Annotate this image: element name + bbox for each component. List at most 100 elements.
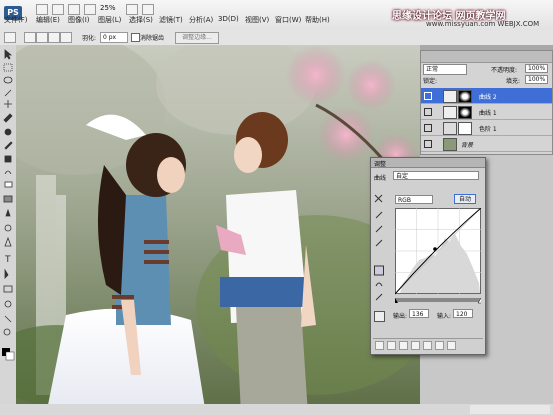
status-bar xyxy=(0,404,553,415)
screen-mode-icon[interactable] xyxy=(142,4,154,15)
menu-filter[interactable]: 滤镜(T) xyxy=(159,15,183,25)
delete-icon[interactable] xyxy=(447,341,456,350)
blur-tool-icon xyxy=(5,208,11,217)
input-input[interactable]: 120 xyxy=(453,309,473,318)
lasso-tool-icon xyxy=(3,76,13,84)
visibility-eye-icon[interactable] xyxy=(424,124,432,132)
taskbar-tray xyxy=(470,405,550,414)
quick-select-tool-icon xyxy=(4,89,12,97)
layer-mask-thumb xyxy=(458,122,472,135)
antialias-label: 消除锯齿 xyxy=(140,35,165,42)
zoom-level[interactable]: 25% xyxy=(100,4,116,12)
curves-graph[interactable] xyxy=(395,208,481,304)
white-point-eyedropper-icon xyxy=(375,239,383,247)
arrange-icon[interactable] xyxy=(126,4,138,15)
blend-mode-select[interactable]: 正常 xyxy=(423,64,467,75)
subtract-selection-icon[interactable] xyxy=(48,32,60,43)
adjustments-tab[interactable]: 调整 xyxy=(374,159,386,168)
history-brush-icon xyxy=(4,170,12,175)
expand-view-icon[interactable] xyxy=(387,341,396,350)
dodge-tool-icon xyxy=(4,224,12,232)
background-thumb xyxy=(443,138,457,151)
eye-icon[interactable] xyxy=(411,341,420,350)
levels-adjust-thumb xyxy=(443,122,457,135)
path-select-icon xyxy=(4,268,9,279)
lasso-preset-icon[interactable] xyxy=(4,32,16,43)
brush-tool-icon xyxy=(4,141,13,150)
visibility-eye-icon[interactable] xyxy=(424,108,432,116)
curve-point-tool-icon xyxy=(374,265,384,276)
menu-window[interactable]: 窗口(W) xyxy=(275,15,301,25)
antialias-checkbox[interactable] xyxy=(131,33,140,42)
tools-panel: T xyxy=(0,45,17,415)
eraser-tool-icon xyxy=(4,181,13,188)
channel-select[interactable]: RGB xyxy=(395,195,433,204)
photo-image xyxy=(16,45,420,415)
feather-label: 羽化: xyxy=(82,35,97,42)
menu-select[interactable]: 选择(S) xyxy=(129,15,153,25)
layer-row-curves-2[interactable]: 曲线 2 xyxy=(421,88,552,104)
layer-name: 曲线 1 xyxy=(479,110,497,117)
document-canvas[interactable] xyxy=(16,45,420,415)
hand-tool-icon xyxy=(4,315,12,323)
layer-name: 背景 xyxy=(461,142,474,149)
preset-select[interactable]: 自定 xyxy=(393,171,479,180)
gray-point-eyedropper-icon xyxy=(375,225,383,233)
on-image-adjust-icon[interactable] xyxy=(374,194,383,203)
options-bar: 羽化: 0 px 消除锯齿 调整边缘... xyxy=(0,30,553,46)
menu-image[interactable]: 图像(I) xyxy=(68,15,90,25)
move-tool-icon xyxy=(4,49,13,60)
fill-label: 填充: xyxy=(506,78,521,85)
mini-bridge-icon[interactable] xyxy=(52,4,64,15)
view-extras-icon[interactable] xyxy=(68,4,80,15)
pen-tool-icon xyxy=(4,236,12,247)
black-point-eyedropper-icon xyxy=(375,211,383,219)
curve-control-point xyxy=(433,247,437,251)
auto-button[interactable]: 自动 xyxy=(454,194,476,204)
layer-row-background[interactable]: 背景 xyxy=(421,136,552,152)
menu-help[interactable]: 帮助(H) xyxy=(305,15,330,25)
menu-3d[interactable]: 3D(D) xyxy=(218,15,239,23)
zoom-tool-icon xyxy=(3,328,11,336)
new-selection-icon[interactable] xyxy=(24,32,36,43)
fill-input[interactable]: 100% xyxy=(525,75,549,84)
curves-tab-bar: 调整 xyxy=(371,158,485,168)
layer-name: 色阶 1 xyxy=(479,126,497,133)
curve-options-icon[interactable] xyxy=(374,311,385,322)
menu-edit[interactable]: 编辑(E) xyxy=(36,15,60,25)
reset-icon[interactable] xyxy=(435,341,444,350)
layer-row-curves-1[interactable]: 曲线 1 xyxy=(421,104,552,120)
shape-tool-icon xyxy=(3,285,13,293)
return-icon[interactable] xyxy=(375,341,384,350)
clip-layer-icon[interactable] xyxy=(399,341,408,350)
feather-input[interactable]: 0 px xyxy=(100,32,128,43)
opacity-input[interactable]: 100% xyxy=(525,64,549,73)
clone-stamp-icon xyxy=(4,155,12,163)
add-selection-icon[interactable] xyxy=(36,32,48,43)
pencil-curve-icon xyxy=(375,282,383,287)
previous-state-icon[interactable] xyxy=(423,341,432,350)
layer-row-levels-1[interactable]: 色阶 1 xyxy=(421,120,552,136)
menu-view[interactable]: 视图(V) xyxy=(245,15,269,25)
curves-type-label: 曲线 xyxy=(374,175,387,182)
visibility-eye-icon[interactable] xyxy=(424,92,432,100)
intersect-selection-icon[interactable] xyxy=(60,32,72,43)
marquee-tool-icon xyxy=(3,63,13,72)
layers-panel: 正常 不透明度: 100% 锁定: 填充: 100% 曲线 2 曲线 1 色阶 … xyxy=(420,50,553,155)
layer-mask-thumb xyxy=(458,106,472,119)
menu-analysis[interactable]: 分析(A) xyxy=(189,15,213,25)
output-label: 输出: xyxy=(393,313,408,320)
visibility-eye-icon[interactable] xyxy=(424,140,432,148)
3d-rotate-icon xyxy=(4,300,12,308)
curve-tools xyxy=(374,211,384,301)
refine-edge-button[interactable]: 调整边缘... xyxy=(175,32,219,44)
healing-brush-icon xyxy=(4,128,12,136)
output-input[interactable]: 136 xyxy=(409,309,429,318)
opacity-label: 不透明度: xyxy=(491,67,518,74)
menu-layer[interactable]: 图层(L) xyxy=(98,15,121,25)
layer-name: 曲线 2 xyxy=(479,94,497,101)
bridge-icon[interactable] xyxy=(36,4,48,15)
hand-tool-icon[interactable] xyxy=(84,4,96,15)
menu-file[interactable]: 文件(F) xyxy=(4,15,28,25)
curves-panel: 调整 曲线 自定 RGB 自动 输出: 136 输入: 120 xyxy=(370,157,486,355)
